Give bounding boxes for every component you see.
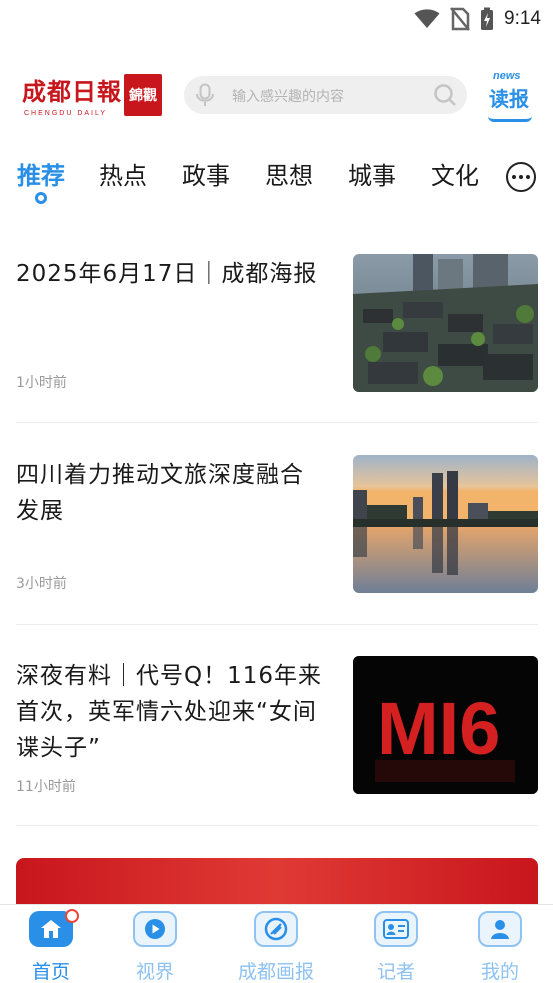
pictorial-icon [254, 911, 298, 947]
more-channels-icon[interactable] [506, 162, 536, 192]
nav-mine-label: 我的 [480, 961, 519, 983]
read-paper-label: 读报 [489, 87, 529, 111]
user-icon [478, 911, 522, 947]
nav-home[interactable]: 首页 [1, 909, 101, 983]
reporter-card-icon [374, 911, 418, 947]
tab-hot[interactable]: 热点 [99, 156, 147, 191]
status-bar: 9:14 [0, 0, 553, 40]
wifi-icon [414, 9, 440, 28]
news-time: 11小时前 [16, 779, 76, 795]
nav-vision[interactable]: 视界 [105, 911, 205, 983]
tab-thoughts[interactable]: 思想 [265, 156, 313, 191]
news-title: 2025年6月17日｜成都海报 [16, 261, 318, 287]
nav-home-label: 首页 [31, 961, 70, 983]
logo-text: 成都日報 [22, 77, 122, 106]
nav-pictorial[interactable]: 成都画报 [226, 911, 326, 983]
news-title: 深夜有料｜代号Q！116年来首次，英军情六处迎来“女间谍头子” [16, 663, 323, 761]
channel-tabs: 推荐 热点 政事 思想 城事 文化 [0, 156, 553, 212]
search-placeholder: 输入感兴趣的内容 [232, 89, 344, 105]
nav-mine[interactable]: 我的 [450, 911, 550, 983]
logo-en: CHENGDU DAILY [24, 110, 108, 117]
bottom-navigation: 首页 视界 成都画报 记者 我的 [0, 904, 553, 983]
news-thumbnail [353, 455, 538, 593]
news-item[interactable]: 2025年6月17日｜成都海报 1小时前 [16, 254, 538, 394]
news-title: 四川着力推动文旅深度融合发展 [16, 462, 304, 524]
battery-charging-icon [481, 7, 494, 30]
mi6-logo-text: MI6 [377, 687, 500, 770]
news-item[interactable]: 四川着力推动文旅深度融合发展 3小时前 [16, 455, 538, 595]
status-icons: 9:14 [414, 6, 541, 32]
news-item[interactable]: 深夜有料｜代号Q！116年来首次，英军情六处迎来“女间谍头子” 11小时前 MI… [16, 656, 538, 796]
read-paper-underline [488, 116, 532, 122]
search-bar[interactable]: 输入感兴趣的内容 [184, 76, 467, 114]
play-icon [133, 911, 177, 947]
notification-badge-icon [65, 909, 79, 923]
active-tab-indicator [35, 192, 47, 204]
tab-recommend[interactable]: 推荐 [17, 156, 65, 191]
divider [16, 624, 538, 625]
divider [16, 825, 538, 826]
status-time: 9:14 [504, 8, 541, 29]
app-logo[interactable]: 成都日報 CHENGDU DAILY 錦觀 [22, 72, 162, 122]
nav-reporter[interactable]: 记者 [346, 911, 446, 983]
no-sim-icon [450, 7, 470, 31]
nav-pictorial-label: 成都画报 [237, 961, 314, 983]
news-time: 1小时前 [16, 375, 67, 391]
read-paper-news: news [493, 70, 521, 82]
microphone-icon[interactable] [194, 83, 216, 107]
news-thumbnail: MI6 [353, 656, 538, 794]
nav-reporter-label: 记者 [376, 961, 415, 983]
divider [16, 422, 538, 423]
read-paper-button[interactable]: news 读报 [486, 70, 534, 122]
tab-culture[interactable]: 文化 [431, 156, 479, 191]
news-thumbnail [353, 254, 538, 392]
tab-city[interactable]: 城事 [348, 156, 396, 191]
news-time: 3小时前 [16, 576, 67, 592]
logo-badge: 錦觀 [124, 74, 162, 116]
tab-politics[interactable]: 政事 [182, 156, 230, 191]
app-header: 成都日報 CHENGDU DAILY 錦觀 输入感兴趣的内容 news 读报 [0, 66, 553, 126]
nav-vision-label: 视界 [135, 961, 174, 983]
search-icon[interactable] [433, 83, 457, 107]
